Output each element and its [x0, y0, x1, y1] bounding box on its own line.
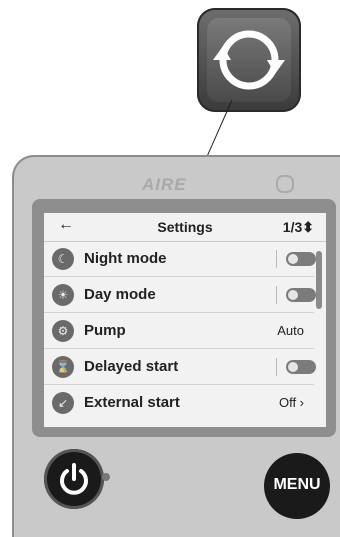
moon-icon: ☾ — [52, 248, 74, 270]
list-item-label: External start — [84, 394, 180, 411]
list-item-day-mode[interactable]: ☀ Day mode — [44, 277, 316, 313]
pump-value: Auto — [277, 323, 304, 338]
list-item-pump[interactable]: ⚙ Pump Auto — [44, 313, 314, 349]
day-mode-toggle[interactable] — [286, 288, 316, 302]
menu-button-label: MENU — [273, 476, 321, 493]
toggle-knob — [288, 362, 298, 372]
power-icon — [60, 463, 88, 495]
row-divider — [276, 358, 277, 376]
list-item-night-mode[interactable]: ☾ Night mode — [44, 241, 316, 277]
row-divider — [276, 286, 277, 304]
toggle-knob — [288, 254, 298, 264]
pump-icon: ⚙ — [52, 320, 74, 342]
night-mode-toggle[interactable] — [286, 252, 316, 266]
row-divider — [276, 250, 277, 268]
power-button[interactable] — [44, 449, 104, 509]
external-start-icon: ↙ — [52, 392, 74, 414]
list-item-delayed-start[interactable]: ⌛ Delayed start — [44, 349, 316, 385]
refresh-icon — [213, 30, 285, 90]
screen-header: ← Settings 1/3⬍ — [44, 213, 326, 241]
page-indicator[interactable]: 1/3⬍ — [283, 219, 314, 236]
power-led-indicator — [102, 473, 110, 481]
list-item-label: Day mode — [84, 286, 156, 303]
list-item-label: Pump — [84, 322, 126, 339]
scrollbar[interactable] — [316, 251, 322, 309]
menu-button[interactable]: MENU — [264, 453, 330, 519]
list-item-label: Night mode — [84, 250, 167, 267]
delayed-start-toggle[interactable] — [286, 360, 316, 374]
list-item-external-start[interactable]: ↙ External start Off › — [44, 385, 314, 421]
hourglass-icon: ⌛ — [52, 356, 74, 378]
toggle-knob — [288, 290, 298, 300]
external-start-value: Off › — [278, 395, 304, 410]
display-screen: ← Settings 1/3⬍ ☾ Night mode ☀ Day mode … — [44, 213, 326, 427]
refresh-button[interactable] — [197, 8, 301, 112]
brand-mark-icon — [276, 175, 294, 193]
sun-icon: ☀ — [52, 284, 74, 306]
brand-logo: AIRE — [142, 175, 187, 194]
device-panel: AIRE ← Settings 1/3⬍ ☾ Night mode ☀ Day … — [12, 155, 340, 537]
list-item-label: Delayed start — [84, 358, 179, 375]
